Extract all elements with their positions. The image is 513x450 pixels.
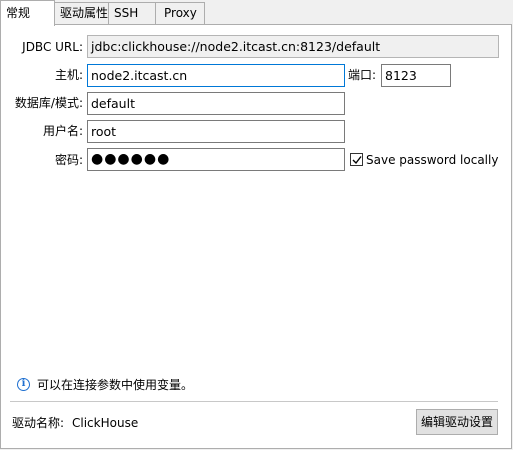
separator — [10, 401, 498, 402]
tab-ssh[interactable]: SSH — [108, 2, 156, 24]
save-password-checkbox[interactable] — [350, 153, 363, 166]
tab-label: 驱动属性 — [60, 6, 109, 20]
tab-general[interactable]: 常规 — [0, 0, 55, 26]
port-field[interactable]: 8123 — [381, 64, 451, 87]
tab-driver-properties[interactable]: 驱动属性 — [54, 2, 109, 24]
password-label: 密码: — [54, 153, 83, 167]
tab-label: 常规 — [6, 6, 31, 20]
jdbc-url-label: JDBC URL: — [22, 40, 83, 54]
save-password-label[interactable]: Save password locally — [366, 152, 506, 168]
info-icon: i — [17, 378, 30, 391]
database-label: 数据库/模式: — [14, 96, 83, 110]
database-field[interactable]: default — [87, 92, 345, 115]
host-label: 主机: — [54, 68, 83, 82]
user-field[interactable]: root — [87, 120, 345, 143]
tab-label: Proxy — [164, 6, 197, 20]
driver-name-label: 驱动名称: — [12, 416, 65, 430]
user-label: 用户名: — [42, 124, 83, 138]
edit-driver-settings-button[interactable]: 编辑驱动设置 — [416, 409, 498, 435]
port-label: 端口: — [348, 68, 377, 82]
driver-name-value: ClickHouse — [72, 416, 139, 430]
tab-label: SSH — [114, 6, 139, 20]
checkmark-icon — [352, 156, 362, 165]
info-text: 可以在连接参数中使用变量。 — [37, 378, 194, 392]
jdbc-url-field[interactable]: jdbc:clickhouse://node2.itcast.cn:8123/d… — [87, 35, 499, 58]
password-field[interactable]: ●●●●●● — [87, 148, 345, 171]
host-field[interactable]: node2.itcast.cn — [87, 64, 345, 87]
tab-proxy[interactable]: Proxy — [155, 2, 205, 24]
